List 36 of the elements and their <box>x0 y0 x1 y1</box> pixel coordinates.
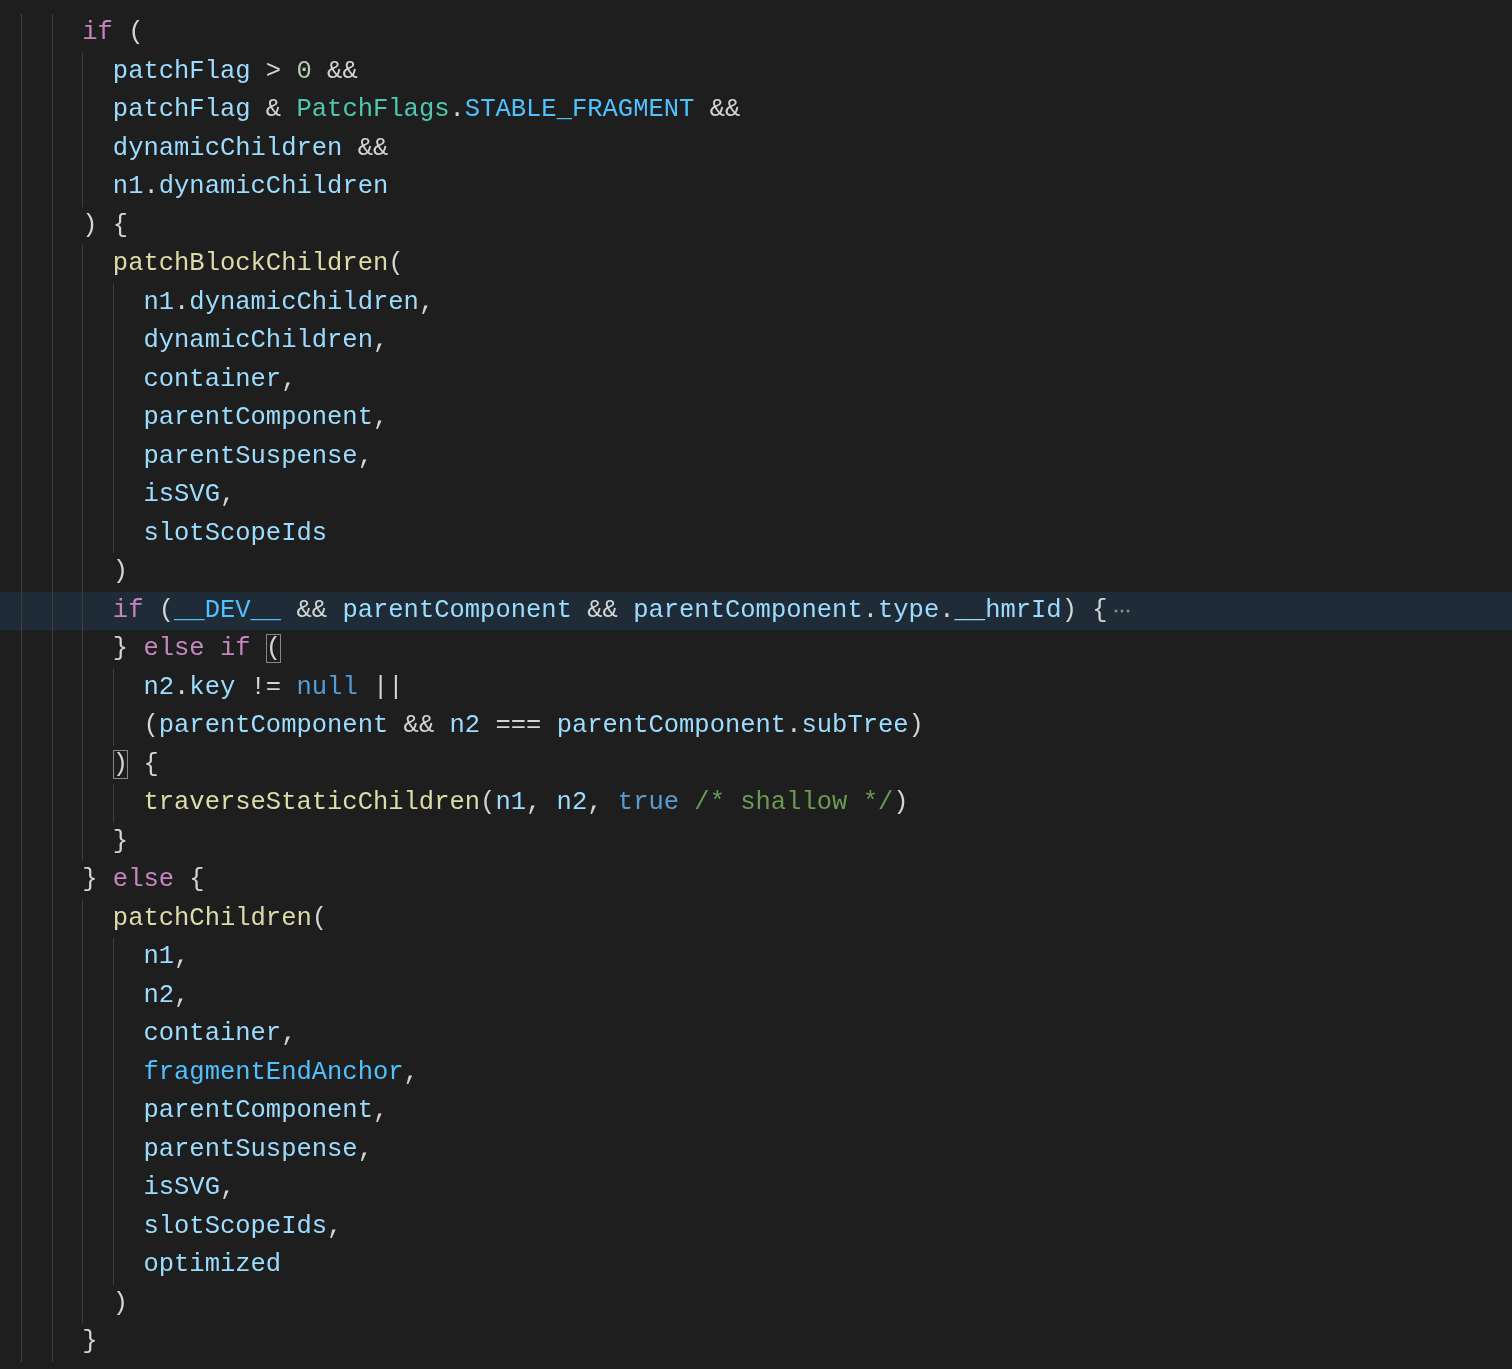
code-line: ) { <box>111 748 159 781</box>
code-line: if (__DEV__ && parentComponent && parentComponent.type.__hmrId) { <box>111 594 1108 627</box>
code-line: fragmentEndAnchor, <box>142 1056 419 1089</box>
code-line: n1.dynamicChildren <box>111 171 389 203</box>
code-line: (parentComponent && n2 === parentComponent.subTree) <box>142 710 924 742</box>
code-line: dynamicChildren, <box>142 325 389 357</box>
code-line: ) <box>111 556 129 588</box>
code-line: n2, <box>142 979 190 1012</box>
code-line: ) { <box>81 209 129 242</box>
code-line: traverseStaticChildren(n1, n2, true /* shallow */) <box>142 787 909 819</box>
code-line: container, <box>142 363 297 396</box>
code-line: container, <box>142 1018 297 1050</box>
code-line: n2.key != null || <box>142 671 404 704</box>
code-line: } <box>81 1326 98 1358</box>
code-line: patchFlag > 0 && <box>111 55 358 88</box>
code-line: if ( <box>81 17 144 49</box>
code-line: dynamicChildren && <box>111 132 389 165</box>
code-line: isSVG, <box>142 479 236 511</box>
code-line: } else if ( <box>111 633 282 665</box>
code-line: isSVG, <box>142 1172 236 1204</box>
code-line: parentComponent, <box>142 1095 389 1127</box>
code-line: optimized <box>142 1249 282 1281</box>
code-line: parentSuspense, <box>142 440 373 473</box>
code-line: slotScopeIds, <box>142 1210 343 1243</box>
code-line: patchFlag & PatchFlags.STABLE_FRAGMENT && <box>111 94 741 126</box>
code-line: patchBlockChildren( <box>111 248 404 280</box>
code-line: ) <box>111 1287 129 1320</box>
code-line: n1.dynamicChildren, <box>142 286 435 319</box>
code-line: slotScopeIds <box>142 517 328 550</box>
code-line: patchChildren( <box>111 902 328 935</box>
code-line: n1, <box>142 941 190 973</box>
code-line: parentComponent, <box>142 402 389 434</box>
code-line: } else { <box>81 864 205 896</box>
folded-ellipsis-icon[interactable] <box>1113 607 1130 614</box>
code-line: parentSuspense, <box>142 1133 373 1166</box>
code-line: } <box>111 825 129 858</box>
